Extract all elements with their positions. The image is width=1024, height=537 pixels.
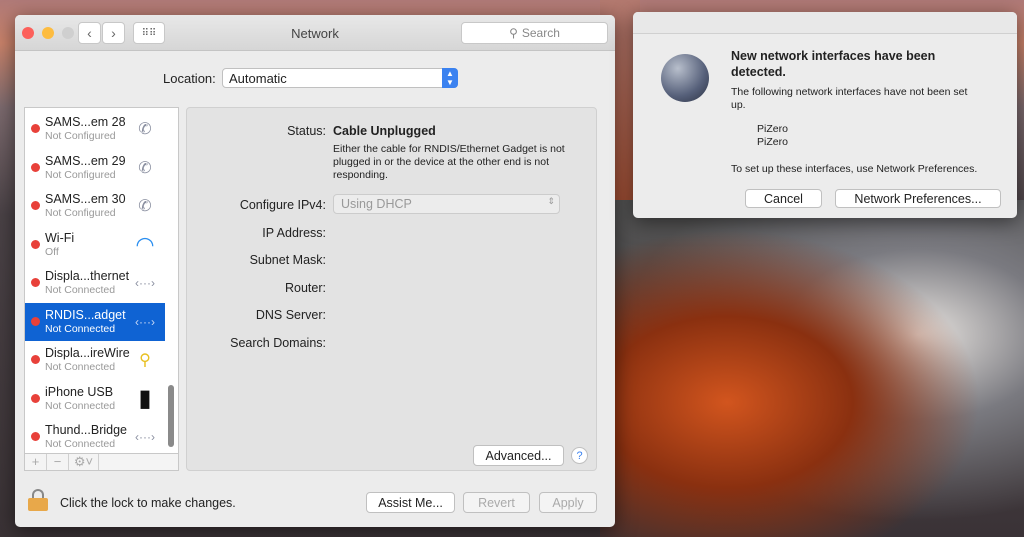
interface-name: SAMS...em 30	[45, 192, 126, 206]
interface-row[interactable]: SAMS...em 28 Not Configured ✆	[25, 110, 165, 149]
status-dot	[31, 355, 40, 364]
search-domains-label: Search Domains:	[230, 336, 326, 350]
interface-name: iPhone USB	[45, 384, 114, 399]
lock-text: Click the lock to make changes.	[60, 496, 236, 510]
advanced-button[interactable]: Advanced...	[473, 445, 564, 466]
status-label: Status:	[287, 124, 326, 138]
interface-status: Off	[45, 245, 59, 258]
dialog-title-bar	[633, 12, 1017, 34]
lock-icon[interactable]	[28, 489, 48, 511]
interface-name: PiZero	[757, 136, 788, 148]
ethernet-icon: ‹···›	[135, 314, 155, 329]
list-toolbar: + − ⚙˅	[24, 453, 179, 471]
status-dot	[31, 201, 40, 210]
interface-row[interactable]: Thund...Bridge Not Connected ‹···›	[25, 418, 165, 457]
ipv4-value: Using DHCP	[341, 197, 412, 211]
interface-row[interactable]: SAMS...em 29 Not Configured ✆	[25, 149, 165, 188]
phone-icon: ✆	[138, 198, 152, 215]
interface-name: Displa...ireWire	[45, 346, 130, 360]
status-dot	[31, 162, 40, 172]
status-dot	[31, 124, 40, 133]
help-button[interactable]: ?	[571, 447, 588, 464]
revert-button[interactable]: Revert	[463, 492, 530, 513]
gear-menu-button[interactable]: ⚙˅	[69, 454, 99, 470]
iphone-icon: ▮	[138, 385, 152, 412]
interface-status: Not Connected	[45, 399, 116, 412]
updown-icon: ⇕	[547, 196, 555, 206]
interface-name: Displa...thernet	[45, 269, 130, 283]
firewire-icon: ⚲	[139, 352, 151, 369]
interface-status: Not Configured	[45, 130, 116, 142]
network-preferences-button[interactable]: Network Preferences...	[835, 189, 1001, 208]
dialog-body: The following network interfaces have no…	[731, 86, 968, 111]
interface-row[interactable]: SAMS...em 30 Not Configured ✆	[25, 187, 165, 226]
detail-panel: Status: Cable Unplugged Either the cable…	[186, 107, 597, 471]
remove-interface-button[interactable]: −	[47, 454, 69, 470]
status-value: Cable Unplugged	[333, 124, 436, 138]
interface-status: Not Connected	[45, 361, 116, 373]
subnet-mask-label: Subnet Mask:	[249, 253, 326, 267]
interface-row[interactable]: Displa...ireWire Not Connected ⚲	[25, 341, 165, 380]
interface-name: SAMS...em 29	[45, 153, 126, 168]
interface-name: PiZero	[757, 123, 788, 135]
search-placeholder: Search	[521, 26, 560, 40]
ipv4-select[interactable]: Using DHCP ⇕	[333, 194, 560, 214]
search-icon: ⚲	[509, 26, 518, 40]
dialog-title: New network interfaces have been detecte…	[731, 49, 936, 79]
interface-status: Not Connected	[45, 284, 116, 296]
ethernet-icon: ‹···›	[135, 430, 155, 444]
dns-server-label: DNS Server:	[255, 308, 326, 322]
network-window: ‹ › ⠿⠿ Network ⚲ Search Location: Automat…	[15, 15, 615, 527]
ipv4-label: Configure IPv4:	[239, 198, 326, 212]
search-field[interactable]: ⚲ Search	[461, 22, 608, 44]
ip-address-label: IP Address:	[262, 226, 326, 240]
add-interface-button[interactable]: +	[25, 454, 47, 470]
router-label: Router:	[285, 281, 326, 295]
phone-icon: ✆	[138, 159, 152, 177]
interface-row[interactable]: Wi-Fi Off ◠	[25, 226, 165, 265]
network-globe-icon	[661, 54, 709, 102]
interface-status: Not Configured	[45, 207, 116, 219]
interface-status: Not Connected	[45, 322, 116, 335]
interface-row[interactable]: iPhone USB Not Connected ▮	[25, 380, 165, 419]
interface-name: Wi-Fi	[45, 230, 75, 245]
wifi-icon: ◠	[135, 231, 155, 257]
status-dot	[31, 278, 40, 287]
location-select[interactable]: Automatic ▲ ▼	[222, 68, 458, 88]
phone-icon: ✆	[138, 121, 152, 138]
title-bar: ‹ › ⠿⠿ Network ⚲ Search	[15, 15, 615, 51]
interface-list: SAMS...em 28 Not Configured ✆ SAMS...em …	[24, 107, 179, 471]
ethernet-icon: ‹···›	[135, 276, 155, 290]
status-description: Either the cable for RNDIS/Ethernet Gadg…	[333, 143, 565, 181]
dialog-footer-text: To set up these interfaces, use Network …	[731, 163, 978, 175]
apply-button[interactable]: Apply	[539, 492, 597, 513]
interface-row[interactable]: RNDIS...adget Not Connected ‹···›	[25, 302, 165, 341]
cancel-button[interactable]: Cancel	[745, 189, 822, 208]
list-scrollbar[interactable]	[168, 385, 174, 447]
interface-name: SAMS...em 28	[45, 115, 126, 129]
interface-status: Not Connected	[45, 438, 116, 450]
status-dot	[31, 393, 40, 403]
updown-icon: ▲ ▼	[442, 68, 458, 88]
status-dot	[31, 316, 40, 326]
interface-name: RNDIS...adget	[45, 307, 126, 322]
status-dot	[31, 239, 40, 249]
location-label: Location:	[163, 71, 216, 86]
location-value: Automatic	[229, 71, 287, 86]
status-dot	[31, 432, 40, 441]
interface-row[interactable]: Displa...thernet Not Connected ‹···›	[25, 264, 165, 303]
assist-me-button[interactable]: Assist Me...	[366, 492, 455, 513]
new-interfaces-dialog: New network interfaces have been detecte…	[633, 12, 1017, 218]
desktop-wallpaper-mountains	[600, 200, 1024, 537]
interface-name: Thund...Bridge	[45, 423, 127, 437]
interface-status: Not Configured	[45, 168, 116, 181]
